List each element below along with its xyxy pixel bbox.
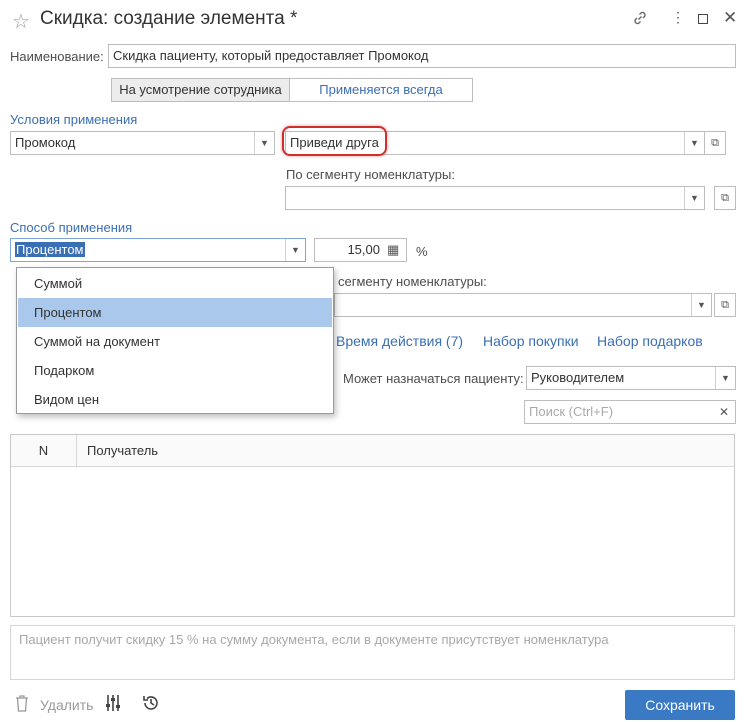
calculator-icon[interactable]: ▦ xyxy=(387,242,399,258)
tab-gift-set[interactable]: Набор подарков xyxy=(597,333,703,349)
chevron-down-icon[interactable]: ▼ xyxy=(684,132,704,154)
chevron-down-icon[interactable]: ▼ xyxy=(684,187,704,209)
more-icon[interactable]: ⋮ xyxy=(671,9,685,26)
segment2-select[interactable]: ▼ xyxy=(334,293,712,317)
chevron-down-icon[interactable]: ▼ xyxy=(691,294,711,316)
mode-always-button[interactable]: Применяется всегда xyxy=(289,78,473,102)
open-icon[interactable]: ⧉ xyxy=(704,131,726,155)
assign-label: Может назначаться пациенту: xyxy=(343,371,524,386)
table-header: N Получатель xyxy=(11,435,734,467)
history-icon[interactable] xyxy=(141,693,161,716)
tab-validity[interactable]: Время действия (7) xyxy=(336,333,463,349)
method-value: Процентом xyxy=(15,242,85,257)
close-icon[interactable]: ✕ xyxy=(723,8,737,28)
highlight-ring xyxy=(282,126,387,156)
maximize-icon[interactable] xyxy=(698,14,708,24)
segment-label: По сегменту номенклатуры: xyxy=(286,167,455,182)
segment2-label: сегменту номенклатуры: xyxy=(338,274,487,289)
condition-value: Промокод xyxy=(15,135,76,150)
method-heading: Способ применения xyxy=(10,220,133,235)
delete-button[interactable]: Удалить xyxy=(40,697,93,713)
column-n[interactable]: N xyxy=(11,435,77,466)
settings-icon[interactable] xyxy=(104,693,122,716)
star-icon[interactable]: ☆ xyxy=(12,9,30,34)
window-title: Скидка: создание элемента * xyxy=(40,8,298,29)
link-icon[interactable] xyxy=(632,10,648,29)
tab-purchase-set[interactable]: Набор покупки xyxy=(483,333,579,349)
clear-icon[interactable]: ✕ xyxy=(719,401,729,423)
menu-item-price-type[interactable]: Видом цен xyxy=(18,385,332,414)
method-dropdown-menu: Суммой Процентом Суммой на документ Пода… xyxy=(16,267,334,414)
name-input[interactable]: Скидка пациенту, который предоставляет П… xyxy=(108,44,736,68)
search-input[interactable]: Поиск (Ctrl+F) ✕ xyxy=(524,400,736,424)
chevron-down-icon[interactable]: ▼ xyxy=(285,239,305,261)
chevron-down-icon[interactable]: ▼ xyxy=(715,367,735,389)
assign-select[interactable]: Руководителем ▼ xyxy=(526,366,736,390)
conditions-heading: Условия применения xyxy=(10,112,138,127)
method-select[interactable]: Процентом ▼ xyxy=(10,238,306,262)
column-recipient[interactable]: Получатель xyxy=(87,435,158,466)
menu-item-sum[interactable]: Суммой xyxy=(18,269,332,298)
condition-select[interactable]: Промокод ▼ xyxy=(10,131,275,155)
assign-value: Руководителем xyxy=(531,370,625,385)
open-icon[interactable]: ⧉ xyxy=(714,186,736,210)
segment-select[interactable]: ▼ xyxy=(285,186,705,210)
chevron-down-icon[interactable]: ▼ xyxy=(254,132,274,154)
percent-sign: % xyxy=(416,244,428,259)
description-note[interactable]: Пациент получит скидку 15 % на сумму док… xyxy=(10,625,735,680)
trash-icon[interactable] xyxy=(14,694,30,715)
mode-discretionary-button[interactable]: На усмотрение сотрудника xyxy=(111,78,290,102)
recipients-table: N Получатель xyxy=(10,434,735,617)
menu-item-percent[interactable]: Процентом xyxy=(18,298,332,327)
menu-item-sum-per-document[interactable]: Суммой на документ xyxy=(18,327,332,356)
name-label: Наименование: xyxy=(10,49,104,64)
save-button[interactable]: Сохранить xyxy=(625,690,735,720)
open-icon[interactable]: ⧉ xyxy=(714,293,736,317)
menu-item-gift[interactable]: Подарком xyxy=(18,356,332,385)
